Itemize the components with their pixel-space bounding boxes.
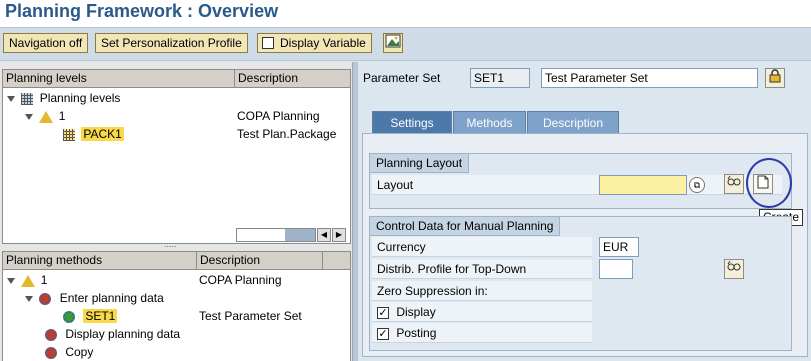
display-variable-label: Display Variable [280,36,366,50]
tree-node-planning-levels[interactable]: Planning levels [7,89,120,107]
distrib-profile-input[interactable] [599,259,633,279]
currency-input[interactable]: EUR [599,237,639,257]
planning-levels-header[interactable]: Planning levels [3,70,235,88]
method-node-label: 1 [40,273,48,287]
control-data-title: Control Data for Manual Planning [370,217,561,236]
application-toolbar: Navigation off Set Personalization Profi… [0,27,811,61]
method-node-enter-planning-data[interactable]: Enter planning data [25,289,164,307]
method-gear-icon [45,346,57,359]
method-node-label: Display planning data [65,327,181,341]
method-node-label: SET1 [83,309,118,323]
display-checkbox-row[interactable]: ✓ Display [372,302,592,322]
display-distrib-profile-button[interactable] [724,259,744,279]
levels-description-header[interactable]: Description [235,70,351,88]
variable-icon [262,37,274,49]
posting-checkbox[interactable]: ✓ [377,327,389,340]
tab-settings[interactable]: Settings [372,111,452,133]
planning-layout-title: Planning Layout [370,154,470,173]
scrollbar-thumb[interactable] [285,229,315,241]
display-checkbox[interactable]: ✓ [377,306,389,319]
parameter-set-icon [63,310,75,323]
expand-triangle-icon[interactable] [25,295,33,302]
tree-node-pack1[interactable]: PACK1 [63,125,124,143]
panel-splitter-handle[interactable]: ..... [164,239,177,249]
parameter-set-field[interactable]: SET1 [470,68,530,88]
planning-level-icon [21,274,36,287]
method-node-copy[interactable]: Copy [45,343,93,361]
parameter-set-description-field[interactable]: Test Parameter Set [541,68,758,88]
highlight-circle [746,158,792,208]
method-node-label: Copy [65,345,94,359]
parameter-set-label: Parameter Set [363,71,441,85]
method-gear-icon [39,292,52,305]
methods-extra-header [323,252,351,270]
tab-description[interactable]: Description [527,111,619,133]
scroll-right-icon[interactable]: ▶ [332,228,346,242]
expand-triangle-icon[interactable] [25,113,33,120]
lock-icon [769,69,781,83]
expand-triangle-icon[interactable] [7,95,15,102]
currency-label: Currency [377,240,426,254]
method-gear-icon [45,328,57,341]
hierarchy-icon [21,92,34,105]
tree-node-label: 1 [58,109,66,123]
tree-node-level-1[interactable]: 1 [25,107,65,125]
posting-checkbox-row[interactable]: ✓ Posting [372,323,592,343]
navigation-off-button[interactable]: Navigation off [3,33,89,53]
tree-node-desc: Test Plan.Package [237,127,337,141]
horizontal-scrollbar[interactable] [236,228,316,242]
planning-methods-header[interactable]: Planning methods [3,252,197,270]
method-node-label: Enter planning data [59,291,164,305]
picture-icon [385,34,401,48]
display-layout-button[interactable] [724,174,744,194]
picture-icon-button[interactable] [383,33,403,53]
method-node-desc: Test Parameter Set [199,309,302,323]
method-node-display-planning-data[interactable]: Display planning data [45,325,180,343]
parameter-set-lock-button[interactable] [765,68,785,88]
control-data-group: Control Data for Manual Planning Currenc… [369,216,792,351]
method-node-set1[interactable]: SET1 [63,307,118,325]
glasses-icon [727,260,741,271]
distrib-profile-label: Distrib. Profile for Top-Down [377,262,527,276]
tree-node-desc: COPA Planning [237,109,320,123]
title-bar: Planning Framework : Overview [0,0,811,27]
planning-layout-group: Planning Layout Layout ⧉ [369,153,792,209]
zero-suppression-row: Zero Suppression in: [372,281,592,301]
methods-description-header[interactable]: Description [197,252,323,270]
layout-label: Layout [377,178,414,192]
distrib-profile-row: Distrib. Profile for Top-Down [372,259,592,279]
posting-checkbox-label: Posting [396,326,437,340]
method-node-desc: COPA Planning [199,273,282,287]
planning-level-icon [39,110,54,123]
pane-splitter[interactable] [352,62,358,361]
glasses-icon [727,175,741,186]
scroll-left-icon[interactable]: ◀ [317,228,331,242]
display-checkbox-label: Display [396,305,436,319]
tree-node-label: PACK1 [81,127,124,141]
layout-input[interactable] [599,175,687,195]
tree-node-label: Planning levels [39,91,121,105]
planning-levels-panel: Planning levels Description Planning lev… [2,69,351,244]
expand-triangle-icon[interactable] [7,277,15,284]
display-variable-button[interactable]: Display Variable [257,33,372,53]
value-help-icon[interactable]: ⧉ [689,177,705,193]
tab-methods[interactable]: Methods [453,111,526,133]
planning-methods-panel: Planning methods Description 1 COPA Plan… [2,251,351,361]
zero-suppression-label: Zero Suppression in: [377,284,488,298]
currency-row: Currency [372,237,592,257]
planning-package-icon [63,128,75,141]
layout-row: Layout [372,175,782,195]
method-node-1[interactable]: 1 [7,271,47,289]
page-title: Planning Framework : Overview [5,1,279,21]
set-personalization-profile-button[interactable]: Set Personalization Profile [95,33,248,53]
